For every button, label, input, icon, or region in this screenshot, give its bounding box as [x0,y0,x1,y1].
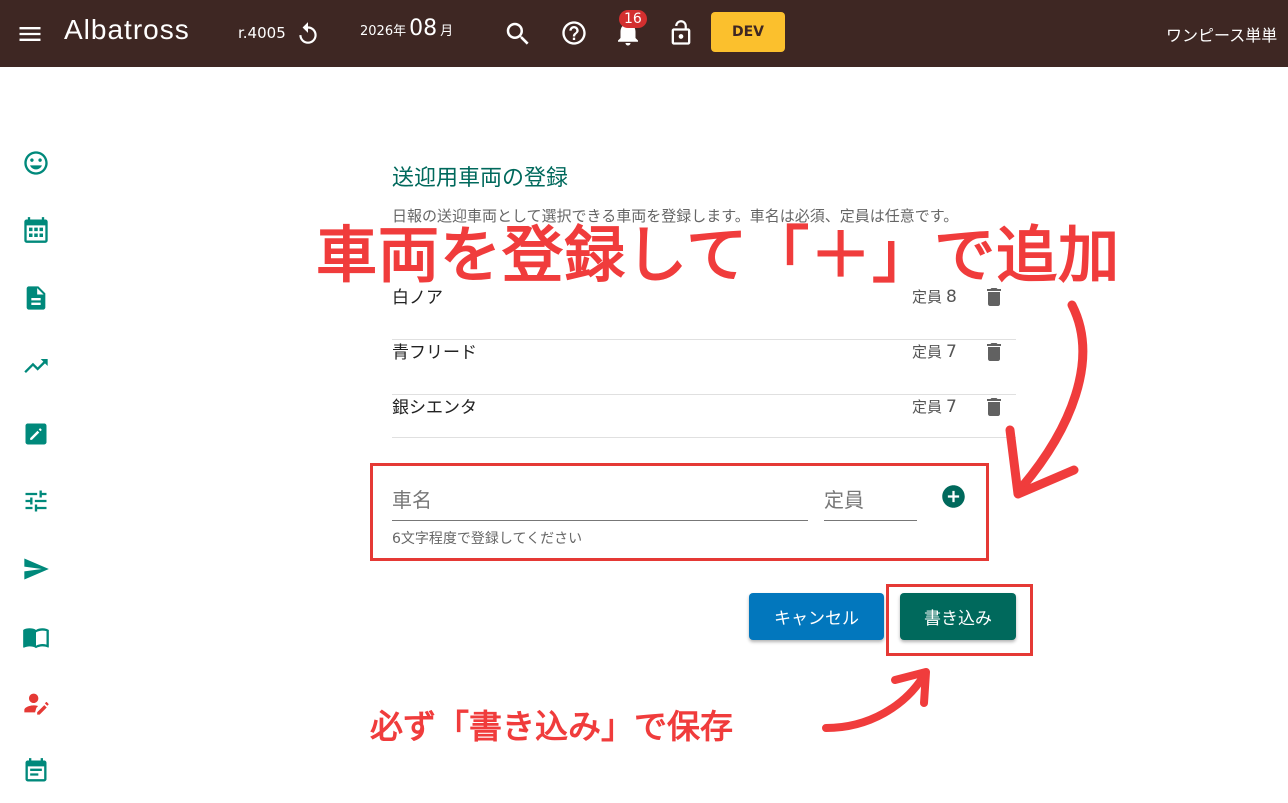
lock-icon[interactable] [667,19,695,47]
page-title: 送迎用車両の登録 [392,166,569,191]
arrow-to-save [822,673,927,732]
tune-icon[interactable] [22,487,50,515]
dev-button[interactable]: DEV [711,12,785,52]
top-bar: Albatross r.4005 2026年 08 月 16 DEV ワンピース単単 [0,0,1288,67]
date-selector[interactable]: 2026年 08 月 [360,16,453,41]
calendar-icon[interactable] [22,216,50,244]
smiley-icon[interactable] [22,149,50,177]
capacity-value: 7 [946,397,957,417]
notification-badge: 16 [619,10,647,28]
capacity-label: 定員 [912,343,943,361]
menu-icon[interactable] [16,20,44,48]
vehicle-row: 銀シエンタ 定員 7 [392,394,1016,438]
search-icon[interactable] [503,19,533,49]
month-unit: 月 [440,24,454,39]
vehicle-capacity: 定員 7 [912,396,957,417]
month-value: 08 [409,16,438,41]
help-icon[interactable] [560,19,588,47]
trending-up-icon[interactable] [22,352,50,380]
arrow-to-input [1017,300,1088,492]
capacity-label: 定員 [912,398,943,416]
edit-icon[interactable] [22,420,50,448]
arrow-to-save-head [891,668,930,707]
capacity-value: 7 [946,342,957,362]
app-logo[interactable]: Albatross [64,14,190,46]
revision-label: r.4005 [238,24,286,42]
vehicle-name: 青フリード [392,343,477,363]
annotation-save-note: 必ず「書き込み」で保存 [370,707,733,746]
vehicle-name: 銀シエンタ [392,398,477,418]
reload-icon[interactable] [295,21,321,47]
vehicle-capacity: 定員 7 [912,341,957,362]
notifications-button[interactable]: 16 [613,10,647,48]
document-icon[interactable] [22,284,50,312]
delete-icon[interactable] [982,394,1006,420]
arrow-to-input-head [1005,425,1079,499]
event-note-icon[interactable] [22,757,50,785]
user-name[interactable]: ワンピース単単 [1166,22,1277,46]
person-edit-icon[interactable] [22,689,50,717]
book-icon[interactable] [22,623,50,651]
send-icon[interactable] [22,555,50,583]
delete-icon[interactable] [982,339,1006,365]
cancel-button[interactable]: キャンセル [749,593,884,640]
save-highlight-box [886,584,1033,656]
vehicle-row: 青フリード 定員 7 [392,339,1016,395]
annotation-main: 車両を登録して「＋」で追加 [316,220,1121,291]
input-highlight-box [370,463,989,561]
year-label: 2026年 [360,24,407,39]
